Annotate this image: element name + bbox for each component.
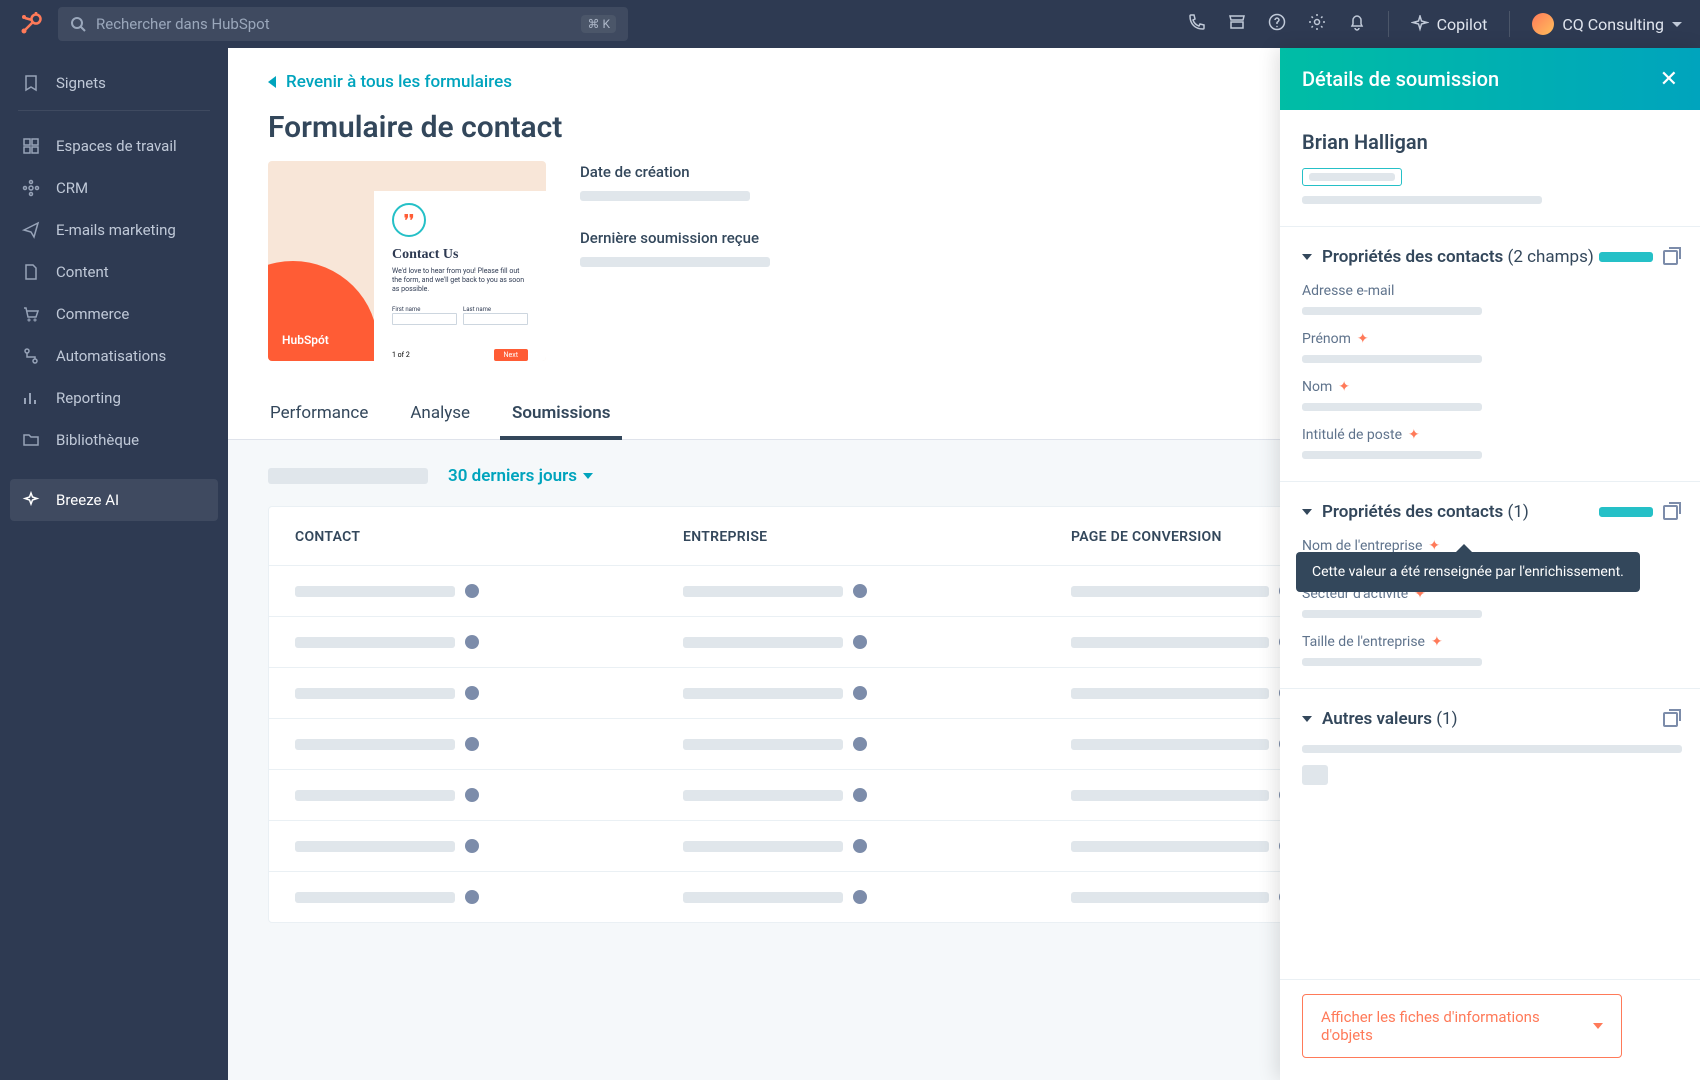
property-field: Intitulé de poste✦: [1302, 427, 1678, 459]
sidebar-item-breeze-ai[interactable]: Breeze AI: [10, 479, 218, 521]
period-filter[interactable]: 30 derniers jours: [448, 466, 593, 486]
section-toggle[interactable]: Propriétés des contacts (1): [1302, 502, 1529, 522]
crm-icon: [20, 177, 42, 199]
last-submission-field: Dernière soumission reçue: [580, 229, 770, 267]
tab-analyse[interactable]: Analyse: [408, 389, 472, 439]
contact-name: Brian Halligan: [1302, 130, 1678, 154]
show-records-button[interactable]: Afficher les fiches d'informations d'obj…: [1302, 994, 1622, 1058]
hubspot-logo[interactable]: [18, 11, 44, 37]
phone-icon[interactable]: [1188, 13, 1206, 35]
sidebar-item-commerce[interactable]: Commerce: [10, 293, 218, 335]
form-preview: HubSpót ❜❜ Contact Us We'd love to hear …: [268, 161, 546, 361]
chevron-down-icon: [1593, 1023, 1603, 1029]
sparkle-icon: ✦: [1408, 427, 1420, 443]
store-icon[interactable]: [1228, 13, 1246, 35]
enrichment-tooltip: Cette valeur a été renseignée par l'enri…: [1296, 552, 1640, 592]
contact-tag: [1302, 168, 1402, 186]
chevron-down-icon: [1302, 254, 1312, 260]
sidebar-item-crm[interactable]: CRM: [10, 167, 218, 209]
cart-icon: [20, 303, 42, 325]
section-toggle[interactable]: Propriétés des contacts (2 champs): [1302, 247, 1594, 267]
divider: [1388, 11, 1389, 37]
bell-icon[interactable]: [1348, 13, 1366, 35]
sidebar-item-library[interactable]: Bibliothèque: [10, 419, 218, 461]
sidebar-item-content[interactable]: Content: [10, 251, 218, 293]
panel-title: Détails de soumission: [1302, 67, 1499, 91]
sparkle-icon: [20, 489, 42, 511]
search-shortcut: ⌘ K: [581, 15, 616, 33]
chart-icon: [20, 387, 42, 409]
sidebar-item-automations[interactable]: Automatisations: [10, 335, 218, 377]
property-field: Prénom✦: [1302, 331, 1678, 363]
grid-icon: [20, 135, 42, 157]
col-header-company: ENTREPRISE: [683, 529, 1071, 545]
copilot-button[interactable]: Copilot: [1411, 15, 1488, 34]
divider: [1509, 11, 1510, 37]
property-field: Taille de l'entreprise✦: [1302, 634, 1678, 666]
chevron-down-icon: [1672, 22, 1682, 27]
topbar: Rechercher dans HubSpot ⌘ K Copilot CQ C…: [0, 0, 1700, 48]
settings-icon[interactable]: [1308, 13, 1326, 35]
sidebar-item-email[interactable]: E-mails marketing: [10, 209, 218, 251]
results-count-skeleton: [268, 468, 428, 484]
help-icon[interactable]: [1268, 13, 1286, 35]
section-other-values: Autres valeurs (1): [1280, 689, 1700, 825]
automation-icon: [20, 345, 42, 367]
sparkle-icon: ✦: [1431, 634, 1443, 650]
chevron-left-icon: [268, 76, 276, 88]
folder-icon: [20, 429, 42, 451]
created-date-field: Date de création: [580, 163, 770, 201]
section-contact-properties-2: Propriétés des contacts (1) Nom de l'ent…: [1280, 482, 1700, 689]
tab-performance[interactable]: Performance: [268, 389, 370, 439]
col-header-contact: CONTACT: [295, 529, 683, 545]
search-icon: [70, 16, 86, 32]
property-field: Adresse e-mail: [1302, 283, 1678, 315]
quote-icon: ❜❜: [392, 203, 426, 237]
search-placeholder: Rechercher dans HubSpot: [96, 15, 571, 33]
section-toggle[interactable]: Autres valeurs (1): [1302, 709, 1458, 729]
property-field: Nom✦: [1302, 379, 1678, 411]
close-icon[interactable]: ✕: [1660, 67, 1678, 92]
bookmark-icon: [20, 72, 42, 94]
file-icon: [20, 261, 42, 283]
submission-details-panel: Détails de soumission ✕ Brian Halligan P…: [1280, 48, 1700, 1080]
search-bar[interactable]: Rechercher dans HubSpot ⌘ K: [58, 7, 628, 41]
chevron-down-icon: [1302, 509, 1312, 515]
top-icons: Copilot CQ Consulting: [1188, 11, 1682, 37]
external-link-icon[interactable]: [1663, 712, 1678, 727]
account-menu[interactable]: CQ Consulting: [1532, 13, 1682, 35]
sparkle-icon: ✦: [1357, 331, 1369, 347]
send-icon: [20, 219, 42, 241]
avatar: [1532, 13, 1554, 35]
external-link-icon[interactable]: [1663, 250, 1678, 265]
chevron-down-icon: [1302, 716, 1312, 722]
section-contact-properties-1: Propriétés des contacts (2 champs) Adres…: [1280, 227, 1700, 482]
tab-soumissions[interactable]: Soumissions: [510, 389, 612, 439]
sidebar-item-signets[interactable]: Signets: [10, 62, 218, 104]
panel-header: Détails de soumission ✕: [1280, 48, 1700, 110]
external-link-icon[interactable]: [1663, 505, 1678, 520]
sidebar-item-reporting[interactable]: Reporting: [10, 377, 218, 419]
sparkle-icon: ✦: [1338, 379, 1350, 395]
sidebar: Signets Espaces de travail CRM E-mails m…: [0, 48, 228, 1080]
sidebar-item-workspaces[interactable]: Espaces de travail: [10, 125, 218, 167]
